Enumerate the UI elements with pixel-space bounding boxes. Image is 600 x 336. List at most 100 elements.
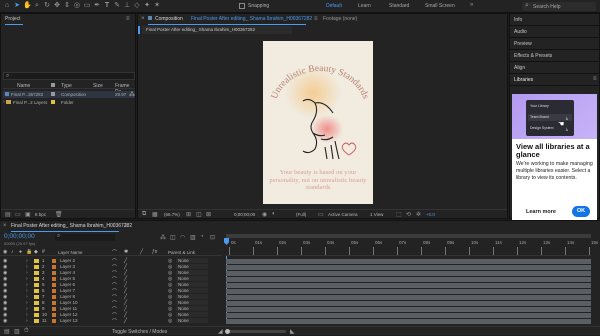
layer-name[interactable]: Layer 5	[60, 276, 75, 281]
layer-duration-bar[interactable]	[226, 318, 591, 324]
snapping-checkbox[interactable]	[239, 3, 245, 9]
project-search-input[interactable]: ⌕	[3, 72, 135, 80]
panel-align[interactable]: Align	[510, 62, 600, 74]
label-color[interactable]	[34, 271, 39, 275]
label-color[interactable]	[34, 301, 39, 305]
workspace-standard[interactable]: Standard	[389, 3, 409, 9]
parent-dropdown[interactable]: None	[176, 306, 208, 311]
panel-preview[interactable]: Preview	[510, 38, 600, 50]
layer-duration-bar[interactable]	[226, 282, 591, 288]
reset-exposure-icon[interactable]: ⟲	[406, 211, 411, 218]
resolution-dropdown[interactable]: (Full)	[296, 212, 306, 217]
label-color[interactable]	[51, 92, 55, 96]
parent-dropdown[interactable]: None	[176, 300, 208, 305]
parent-link-column[interactable]: Parent & Link	[168, 250, 195, 255]
layer-name[interactable]: Layer 4	[60, 270, 75, 275]
dolly-tool-icon[interactable]: ⇕	[63, 2, 71, 10]
parent-dropdown[interactable]: None	[176, 282, 208, 287]
camera-dropdown[interactable]: Active Camera	[328, 212, 358, 217]
flowchart-icon[interactable]: ⁂	[129, 91, 135, 98]
toggle-switches-modes[interactable]: Toggle Switches / Modes	[112, 329, 167, 335]
close-icon[interactable]: ×	[141, 16, 145, 22]
learn-more-link[interactable]: Learn more	[526, 209, 556, 215]
workspace-small-screen[interactable]: Small Screen	[425, 3, 455, 9]
grid-icon[interactable]: ⊞	[186, 211, 191, 218]
frame-blending-icon[interactable]: ▥	[190, 234, 196, 241]
layer-name[interactable]: Layer 3	[60, 264, 75, 269]
column-name[interactable]: Name	[17, 83, 30, 89]
footage-tab[interactable]: Footage (none)	[323, 16, 357, 22]
parent-dropdown[interactable]: None	[176, 312, 208, 317]
puppet-tool-icon[interactable]: ✶	[153, 2, 161, 10]
column-type[interactable]: Type	[61, 83, 72, 89]
home-icon[interactable]: ⌂	[3, 2, 11, 10]
3d-renderer-icon[interactable]: ⬚	[396, 211, 402, 218]
eraser-tool-icon[interactable]: ◇	[133, 2, 141, 10]
eye-icon[interactable]: ◉	[3, 318, 7, 324]
clone-stamp-tool-icon[interactable]: ⊥	[123, 2, 131, 10]
pen-tool-icon[interactable]: ✒	[93, 2, 101, 10]
timeline-tab[interactable]: Final Poster After editing_ Shama Ibrahi…	[11, 223, 132, 229]
label-color[interactable]	[34, 283, 39, 287]
composition-tab[interactable]: Composition	[155, 16, 183, 22]
parent-dropdown[interactable]: None	[176, 294, 208, 299]
rectangle-tool-icon[interactable]: ▭	[83, 2, 91, 10]
always-preview-icon[interactable]: ⧉	[142, 211, 146, 218]
show-channel-icon[interactable]: ◐	[272, 211, 276, 217]
current-timecode[interactable]: 0;00;00;00	[4, 233, 35, 240]
expand-modes-icon[interactable]: ▥	[14, 328, 20, 335]
workspace-learn[interactable]: Learn	[358, 3, 371, 9]
shy-switch-icon[interactable]: ⌒	[112, 318, 117, 325]
layer-name[interactable]: Layer 8	[60, 294, 75, 299]
work-area-bar[interactable]	[226, 234, 591, 238]
expand-arrow-icon[interactable]: ›	[3, 99, 5, 105]
layer-duration-bar[interactable]	[226, 276, 591, 282]
pick-whip-icon[interactable]: ◎	[168, 318, 172, 324]
zoom-tool-icon[interactable]: ⌕	[33, 2, 41, 10]
layer-duration-bar[interactable]	[226, 300, 591, 306]
label-color[interactable]	[34, 277, 39, 281]
layer-duration-bar[interactable]	[226, 288, 591, 294]
type-tool-icon[interactable]: T	[103, 2, 111, 10]
bit-depth[interactable]: 8 bpc	[35, 212, 46, 217]
label-color[interactable]	[34, 307, 39, 311]
more-workspaces-icon[interactable]: »	[470, 2, 473, 8]
expand-switches-icon[interactable]: ▤	[4, 328, 10, 335]
project-tab[interactable]: Project	[5, 16, 21, 22]
layer-name[interactable]: Layer 10	[60, 300, 78, 305]
interpret-footage-icon[interactable]: ▤	[5, 211, 11, 218]
panel-menu-icon[interactable]: ≡	[126, 16, 130, 22]
fast-previews-icon[interactable]: ▭	[318, 211, 324, 218]
panel-audio[interactable]: Audio	[510, 26, 600, 38]
layer-name[interactable]: Layer 11	[60, 306, 77, 311]
hand-tool-icon[interactable]: ✋	[23, 2, 32, 10]
label-color[interactable]	[34, 313, 39, 317]
motion-blur-icon[interactable]: ◔	[200, 234, 204, 240]
comp-viewer-poster[interactable]: Unrealistic Beauty Standards Your beauty…	[263, 41, 373, 204]
snapshot-icon[interactable]: ◉	[262, 211, 267, 218]
region-of-interest-icon[interactable]: ▦	[152, 211, 158, 218]
layer-duration-bar[interactable]	[226, 270, 591, 276]
timeline-search-input[interactable]: ⌕	[55, 233, 115, 241]
parent-dropdown[interactable]: None	[176, 276, 208, 281]
zoom-dropdown[interactable]: (66.7%)	[164, 212, 180, 217]
composition-name[interactable]: Final Poster After editing_ Shama Ibrahi…	[191, 16, 312, 22]
selection-tool-icon[interactable]: ➤	[13, 2, 21, 10]
panel-menu-icon[interactable]: ≡	[314, 16, 318, 22]
label-column-icon[interactable]	[51, 83, 55, 87]
brush-tool-icon[interactable]: ✎	[113, 2, 121, 10]
project-item-folder[interactable]: › Final P...2 Layers Folder	[3, 99, 135, 106]
time-ruler[interactable]: 0s 01s 02s 03s 04s 05s 06s 07s 08s 09s 10s 11s 12s 13…	[224, 234, 598, 256]
orbit-tool-icon[interactable]: ↻	[43, 2, 51, 10]
pan-tool-icon[interactable]: ✥	[53, 2, 61, 10]
comp-subtab[interactable]: Final Poster After editing_ Shama Ibrahi…	[142, 26, 292, 34]
panel-info[interactable]: Info	[510, 14, 600, 26]
exposure-icon[interactable]: ✲	[416, 211, 421, 218]
panel-libraries[interactable]: Libraries	[510, 74, 600, 86]
comp-timecode[interactable]: 0;00;00;00	[234, 212, 255, 217]
label-color[interactable]	[51, 100, 55, 104]
expand-arrow-icon[interactable]: ›	[26, 318, 28, 324]
zoom-out-icon[interactable]: ◢	[218, 328, 223, 335]
layer-name[interactable]: Layer 13	[60, 318, 78, 323]
parent-dropdown[interactable]: None	[176, 264, 208, 269]
